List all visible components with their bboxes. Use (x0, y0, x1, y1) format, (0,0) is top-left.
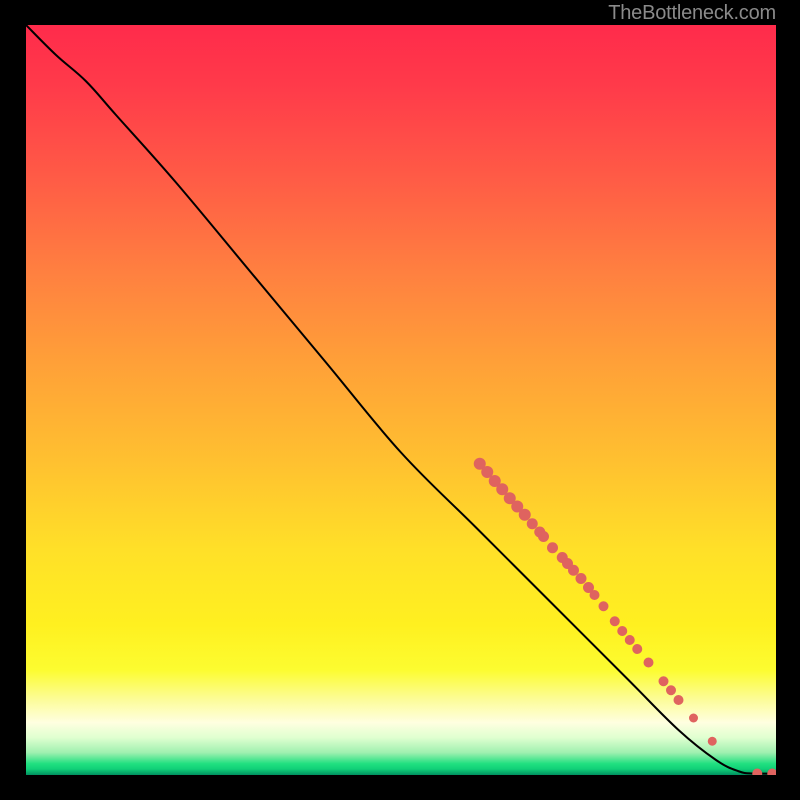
attribution-text: TheBottleneck.com (608, 2, 776, 25)
chart-stage: TheBottleneck.com (0, 0, 800, 800)
heat-gradient (26, 25, 776, 775)
plot-area (26, 25, 776, 775)
